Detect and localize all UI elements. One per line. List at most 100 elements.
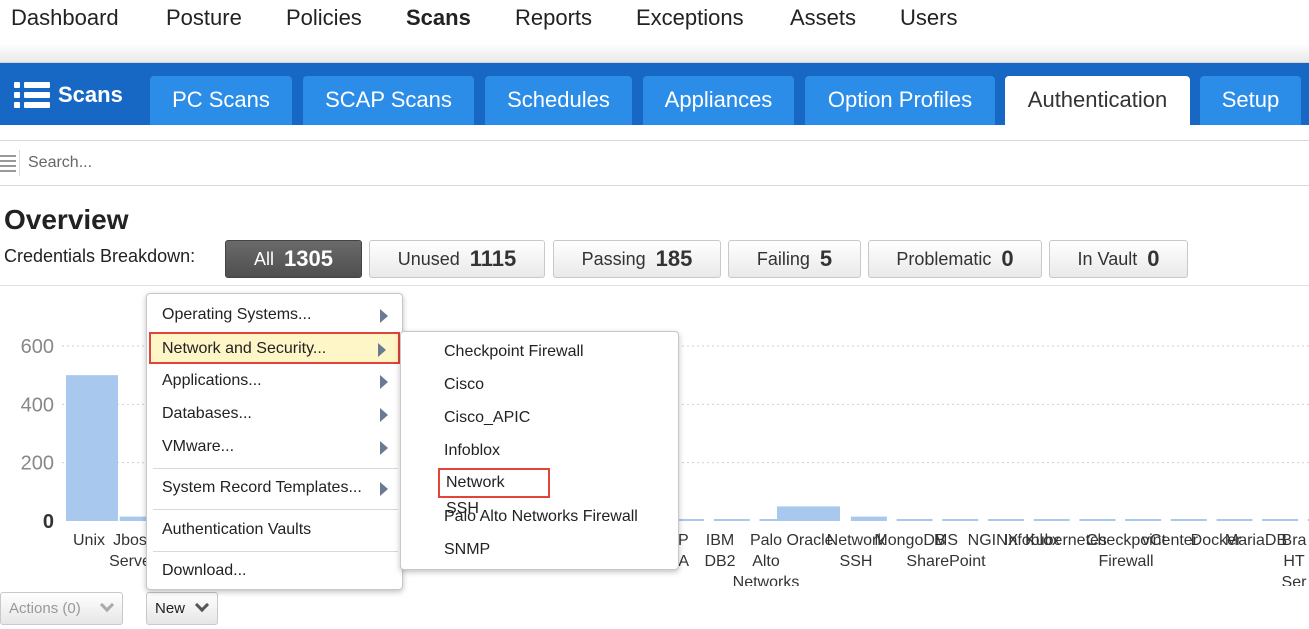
module-bar: Scans PC Scans SCAP Scans Schedules Appl… [0,63,1309,125]
actions-label: Actions (0) [9,600,81,617]
list-menu-icon [14,80,50,110]
tab-appliances[interactable]: Appliances [643,76,794,125]
bar [850,516,887,521]
filter-label: Passing [581,248,646,269]
menu-separator [153,468,398,469]
bar [66,375,118,521]
menu-item-authentication-vaults[interactable]: Authentication Vaults [149,515,400,545]
network-security-submenu: Checkpoint Firewall Cisco Cisco_APIC Inf… [400,331,679,570]
menu-item-label: Operating Systems... [162,306,312,323]
x-tick-label: Jbos [113,532,147,549]
tab-option-profiles[interactable]: Option Profiles [805,76,995,125]
search-input[interactable] [26,148,1226,178]
filter-problematic-button[interactable]: Problematic 0 [868,240,1042,278]
nav-dashboard[interactable]: Dashboard [11,5,119,31]
menu-separator [153,551,398,552]
nav-policies[interactable]: Policies [286,5,362,31]
submenu-arrow-icon [378,343,386,357]
tab-authentication[interactable]: Authentication [1005,76,1190,125]
tab-scap-scans[interactable]: SCAP Scans [303,76,474,125]
submenu-item-cisco[interactable]: Cisco [444,373,484,397]
x-tick-label: Ser [1282,574,1308,586]
filter-passing-button[interactable]: Passing 185 [553,240,721,278]
x-tick-label: SharePoint [906,553,986,570]
overview-title: Overview [4,204,129,235]
submenu-arrow-icon [380,408,388,422]
filter-label: All [254,248,275,269]
module-title-label: Scans [58,82,123,107]
bar [942,519,979,521]
submenu-arrow-icon [380,375,388,389]
filter-label: Failing [756,248,810,269]
filter-failing-button[interactable]: Failing 5 [728,240,861,278]
x-tick-label: Alto [752,553,780,570]
filter-count: 1305 [284,246,333,271]
y-tick-label: 0 [43,511,54,533]
menu-item-label: System Record Templates... [162,479,362,496]
new-dropdown-button[interactable]: New [146,592,218,625]
x-tick-label: Bra [1282,532,1307,549]
y-tick-label: 200 [21,453,54,475]
x-tick-label: MariaDB [1225,532,1287,549]
bar [1079,519,1116,521]
actions-dropdown[interactable]: Actions (0) [0,592,123,625]
menu-item-network-and-security[interactable]: Network and Security... [149,332,400,364]
tab-setup[interactable]: Setup [1200,76,1301,125]
filter-count: 0 [1001,246,1014,271]
submenu-arrow-icon [380,309,388,323]
nav-users[interactable]: Users [900,5,957,31]
nav-posture[interactable]: Posture [166,5,242,31]
bar [1262,519,1299,521]
bar [1125,519,1162,521]
menu-item-label: Download... [162,562,247,579]
filter-unused-button[interactable]: Unused 1115 [369,240,545,278]
filter-count: 5 [819,246,833,271]
x-tick-label: Unix [73,532,105,549]
module-title[interactable]: Scans [14,80,123,110]
x-tick-label: MS [934,532,958,549]
nav-assets[interactable]: Assets [790,5,856,31]
x-tick-label: Firewall [1098,553,1153,570]
submenu-item-network-ssh[interactable]: Network SSH [438,468,550,517]
menu-item-operating-systems[interactable]: Operating Systems... [149,300,400,330]
credentials-breakdown-label: Credentials Breakdown: [4,246,196,266]
bar [713,519,750,521]
tab-schedules[interactable]: Schedules [485,76,632,125]
x-tick-label: HT [1283,553,1305,570]
filter-in-vault-button[interactable]: In Vault 0 [1049,240,1188,278]
menu-item-databases[interactable]: Databases... [149,399,400,429]
x-tick-label: Serve [109,553,151,570]
filter-label: Unused [397,248,460,269]
submenu-item-snmp[interactable]: SNMP [444,538,490,562]
y-tick-label: 400 [21,394,54,416]
menu-item-system-record-templates[interactable]: System Record Templates... [149,473,400,503]
x-tick-label: Palo [750,532,782,549]
filter-count: 1115 [469,246,517,271]
chevron-down-icon [99,597,115,613]
chevron-down-icon [194,597,210,613]
filter-all-button[interactable]: All 1305 [225,240,362,278]
x-tick-label: DB2 [704,553,735,570]
search-bar [0,140,1309,186]
menu-item-vmware[interactable]: VMware... [149,432,400,462]
menu-item-applications[interactable]: Applications... [149,366,400,396]
list-view-icon[interactable] [0,150,20,176]
bar [1033,519,1070,521]
submenu-item-infoblox[interactable]: Infoblox [444,439,500,463]
menu-item-label: VMware... [162,438,235,455]
filter-label: In Vault [1077,248,1138,269]
bar [1216,519,1253,521]
submenu-item-checkpoint-firewall[interactable]: Checkpoint Firewall [444,340,584,364]
new-label: New [155,600,186,617]
tab-pc-scans[interactable]: PC Scans [150,76,292,125]
nav-reports[interactable]: Reports [515,5,592,31]
submenu-item-cisco-apic[interactable]: Cisco_APIC [444,406,530,430]
filter-count: 0 [1147,246,1160,271]
submenu-item-palo-alto-networks-firewall[interactable]: Palo Alto Networks Firewall [444,505,638,529]
menu-item-download[interactable]: Download... [149,556,400,586]
nav-scans[interactable]: Scans [406,5,471,31]
nav-exceptions[interactable]: Exceptions [636,5,744,31]
menu-item-label: Applications... [162,372,262,389]
y-tick-label: 600 [21,336,54,358]
bar [896,519,933,521]
